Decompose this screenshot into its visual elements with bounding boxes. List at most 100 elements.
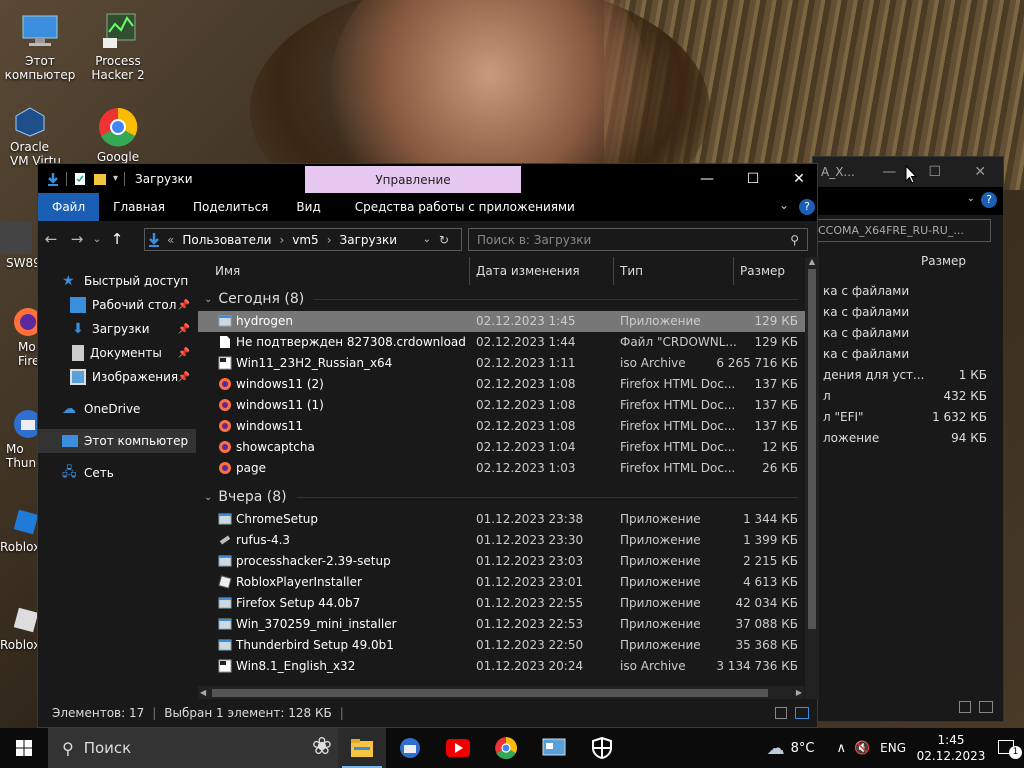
maximize-button[interactable]: ☐ (730, 164, 776, 193)
table-row[interactable]: windows11 02.12.2023 1:08 Firefox HTML Doc… (198, 416, 818, 437)
details-view-icon[interactable] (959, 701, 971, 713)
sidebar-item-documents[interactable]: Документы 📌 (38, 341, 196, 365)
pin-icon[interactable]: 📌 (178, 372, 190, 383)
pin-icon[interactable]: 📌 (178, 348, 190, 359)
column-size[interactable]: Размер (921, 254, 966, 268)
table-row[interactable]: windows11 (2) 02.12.2023 1:08 Firefox HTML… (198, 374, 818, 395)
chevron-down-icon[interactable]: ⌄ (967, 193, 975, 204)
chevron-down-icon[interactable]: ⌄ (423, 234, 431, 245)
tab-home[interactable]: Главная (99, 193, 179, 221)
list-item[interactable]: л 432 КБ (813, 386, 1003, 407)
tab-share[interactable]: Поделиться (179, 193, 282, 221)
scroll-thumb[interactable] (212, 689, 768, 697)
taskbar-app-youtube[interactable] (434, 728, 482, 768)
desktop-icon-virtualbox[interactable]: Oracle VM Virtu (0, 106, 70, 168)
chevron-down-icon[interactable]: ⌄ (779, 198, 789, 212)
column-date[interactable]: Дата изменения (476, 264, 580, 278)
notifications-button[interactable]: 1 (990, 728, 1024, 768)
breadcrumb-users[interactable]: Пользователи (182, 233, 271, 247)
breadcrumb-downloads[interactable]: Загрузки (340, 233, 398, 247)
tiles-view-icon[interactable] (979, 701, 993, 713)
table-row[interactable]: page 02.12.2023 1:03 Firefox HTML Doc... 26… (198, 458, 818, 479)
tab-file[interactable]: Файл (38, 193, 100, 221)
table-row[interactable]: Thunderbird Setup 49.0b1 01.12.2023 22:50… (198, 635, 818, 656)
sidebar-item-pictures[interactable]: Изображения 📌 (38, 365, 196, 389)
up-arrow-icon[interactable]: ↑ (104, 230, 130, 248)
clock[interactable]: 1:45 02.12.2023 (912, 732, 990, 764)
table-row[interactable]: RobloxPlayerInstaller 01.12.2023 23:01 При… (198, 572, 818, 593)
tab-view[interactable]: Вид (282, 193, 334, 221)
breadcrumb-overflow[interactable]: « (167, 233, 174, 247)
table-row[interactable]: ChromeSetup 01.12.2023 23:38 Приложение 1 3… (198, 509, 818, 530)
taskbar-app-control-panel[interactable] (530, 728, 578, 768)
desktop-icon-this-pc[interactable]: Этот компьютер (0, 10, 80, 82)
desktop-icon-chrome[interactable]: Google (78, 106, 158, 164)
desktop-icon-roblox-studio[interactable]: Roblox (0, 604, 42, 652)
background-address-bar[interactable]: CCOMA_X64FRE_RU-RU_... (813, 219, 991, 242)
scroll-right-icon[interactable]: ▶ (796, 686, 802, 700)
horizontal-scrollbar[interactable]: ◀ ▶ (198, 686, 804, 700)
sidebar-item-onedrive[interactable]: ☁ OneDrive (38, 397, 196, 421)
address-bar[interactable]: « Пользователи › vm5 › Загрузки ⌄ ↻ (144, 228, 462, 251)
column-size[interactable]: Размер (740, 264, 785, 278)
taskbar-app-chrome[interactable] (482, 728, 530, 768)
breadcrumb-vm5[interactable]: vm5 (292, 233, 318, 247)
search-input[interactable]: Поиск в: Загрузки ⚲ (468, 228, 808, 251)
group-header-today[interactable]: ⌄ Сегодня (8) (198, 287, 818, 311)
table-row[interactable]: showcaptcha 02.12.2023 1:04 Firefox HTML D… (198, 437, 818, 458)
pin-icon[interactable]: 📌 (178, 324, 190, 335)
tab-app-tools[interactable]: Средства работы с приложениями (340, 193, 589, 221)
table-row[interactable]: Firefox Setup 44.0b7 01.12.2023 22:55 Прил… (198, 593, 818, 614)
table-row[interactable]: windows11 (1) 02.12.2023 1:08 Firefox HTML… (198, 395, 818, 416)
pin-icon[interactable]: 📌 (178, 300, 190, 311)
minimize-button[interactable]: — (684, 164, 730, 193)
start-button[interactable] (0, 728, 48, 768)
scroll-thumb[interactable] (808, 269, 816, 629)
desktop-icon-sw89[interactable]: SW89 (0, 222, 41, 270)
taskbar-app-security[interactable] (578, 728, 626, 768)
back-arrow-icon[interactable]: ← (38, 230, 64, 248)
weather-cloud-icon[interactable]: ☁ (767, 738, 785, 759)
scroll-up-icon[interactable]: ▲ (805, 257, 819, 266)
table-row[interactable]: Не подтвержден 827308.crdownload 02.12.20… (198, 332, 818, 353)
taskbar-search[interactable]: ⚲ Поиск ❀ (48, 728, 338, 768)
table-row[interactable]: rufus-4.3 01.12.2023 23:30 Приложение 1 399… (198, 530, 818, 551)
list-item[interactable]: ка с файлами (813, 344, 1003, 365)
sidebar-item-network[interactable]: 🖧 Сеть (38, 461, 196, 485)
list-item[interactable]: дения для уст... 1 КБ (813, 365, 1003, 386)
details-view-icon[interactable] (775, 707, 787, 719)
table-row[interactable]: Win_370259_mini_installer 01.12.2023 22:5… (198, 614, 818, 635)
tab-manage[interactable]: Управление (305, 166, 521, 193)
group-header-yesterday[interactable]: ⌄ Вчера (8) (198, 485, 818, 509)
forward-arrow-icon[interactable]: → (64, 230, 90, 248)
help-icon[interactable]: ? (981, 192, 997, 208)
sidebar-item-desktop[interactable]: Рабочий стол 📌 (38, 293, 196, 317)
weather-temp[interactable]: 8°C (791, 741, 815, 756)
table-row[interactable]: processhacker-2.39-setup 01.12.2023 23:03… (198, 551, 818, 572)
help-icon[interactable]: ? (799, 199, 815, 215)
list-item[interactable]: ка с файлами (813, 323, 1003, 344)
maximize-button[interactable]: ☐ (912, 164, 958, 180)
list-item[interactable]: л "EFI" 1 632 КБ (813, 407, 1003, 428)
refresh-icon[interactable]: ↻ (439, 233, 449, 247)
chevron-down-icon[interactable]: ▾ (113, 173, 118, 184)
sidebar-item-downloads[interactable]: ⬇ Загрузки 📌 (38, 317, 196, 341)
desktop-icon-roblox[interactable]: Roblox (0, 506, 42, 554)
speaker-muted-icon[interactable]: 🔇 (854, 741, 870, 756)
language-indicator[interactable]: ENG (880, 741, 906, 755)
sidebar-item-this-pc[interactable]: Этот компьютер (38, 429, 196, 453)
list-item[interactable]: ложение 94 КБ (813, 428, 1003, 449)
close-button[interactable]: ✕ (776, 164, 822, 193)
tiles-view-icon[interactable] (795, 707, 809, 719)
background-explorer-window[interactable]: A_X... — ☐ ✕ ⌄ ? CCOMA_X64FRE_RU-RU_... … (812, 156, 1004, 722)
explorer-window[interactable]: ▾ Загрузки Управление — ☐ ✕ Файл Главная… (37, 163, 819, 728)
scroll-left-icon[interactable]: ◀ (200, 686, 206, 700)
sidebar-item-quick-access[interactable]: ★ Быстрый доступ (38, 269, 196, 293)
chevron-up-icon[interactable]: ∧ (836, 741, 846, 756)
list-item[interactable]: ка с файлами (813, 281, 1003, 302)
desktop-icon-process-hacker[interactable]: Process Hacker 2 (78, 10, 158, 82)
close-button[interactable]: ✕ (958, 164, 1004, 180)
column-type[interactable]: Тип (620, 264, 643, 278)
table-row[interactable]: Win8.1_English_x32 01.12.2023 20:24 iso Ar… (198, 656, 818, 677)
properties-icon[interactable] (73, 172, 87, 186)
